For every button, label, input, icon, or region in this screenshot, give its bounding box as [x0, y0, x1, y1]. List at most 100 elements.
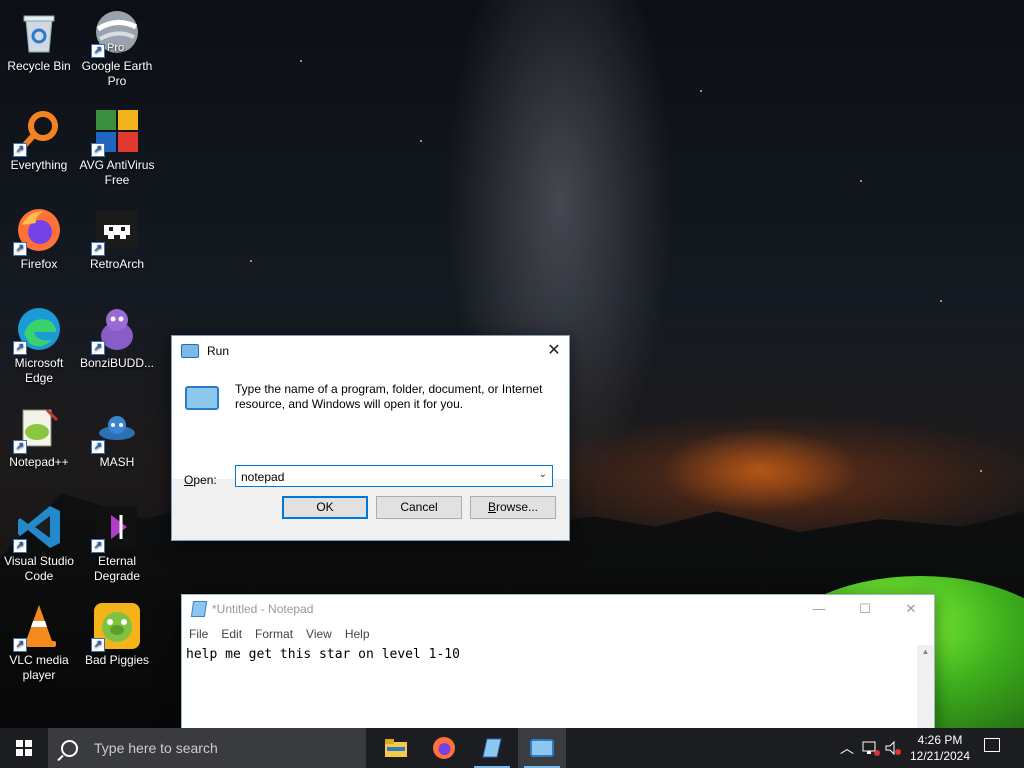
- taskbar: Type here to search ︿ 4:26 PM 12/21/2024: [0, 728, 1024, 768]
- cancel-button[interactable]: Cancel: [376, 496, 462, 519]
- start-button[interactable]: [0, 728, 48, 768]
- scroll-up-icon[interactable]: ▲: [917, 645, 934, 659]
- desktop-icon-label: Visual Studio Code: [4, 554, 74, 583]
- shortcut-arrow-icon: ↗: [13, 341, 27, 355]
- desktop-icon-label: MASH: [99, 455, 135, 469]
- taskbar-firefox[interactable]: [420, 728, 468, 768]
- chevron-up-icon: ︿: [840, 740, 854, 756]
- run-title: Run: [207, 344, 230, 358]
- menu-view[interactable]: View: [306, 627, 332, 641]
- desktop-icon-vscode[interactable]: ↗ Visual Studio Code: [1, 503, 77, 584]
- run-titlebar[interactable]: Run ✕: [172, 336, 569, 366]
- run-program-icon: [185, 386, 219, 410]
- desktop-icon-retroarch[interactable]: ↗ RetroArch: [79, 206, 155, 272]
- search-box[interactable]: Type here to search: [48, 728, 366, 768]
- desktop-icon-eternal-degrade[interactable]: ↗ Eternal Degrade: [79, 503, 155, 584]
- shortcut-arrow-icon: ↗: [91, 638, 105, 652]
- vlc-icon: ↗: [13, 602, 63, 652]
- desktop-icon-label: Notepad++: [9, 455, 69, 469]
- close-icon: ✕: [547, 342, 561, 359]
- desktop-icon-avg-antivirus[interactable]: ↗ AVG AntiVirus Free: [79, 107, 155, 188]
- desktop-icon-label: BonziBUDD...: [79, 356, 155, 370]
- browse-label: rowse...: [496, 500, 539, 514]
- taskbar-notepad[interactable]: [468, 728, 516, 768]
- notepad-icon: [190, 601, 208, 617]
- minimize-button[interactable]: —: [796, 595, 842, 623]
- shortcut-arrow-icon: ↗: [91, 44, 105, 58]
- network-tray-button[interactable]: [862, 728, 880, 768]
- clock-date: 12/21/2024: [909, 749, 971, 763]
- taskbar-file-explorer[interactable]: [372, 728, 420, 768]
- notepad-title: *Untitled - Notepad: [212, 602, 314, 616]
- run-dialog: Run ✕ Type the name of a program, folder…: [171, 335, 570, 541]
- desktop-icon-label: Firefox: [20, 257, 58, 271]
- notepad-text-area[interactable]: help me get this star on level 1-10: [186, 647, 460, 662]
- minimize-icon: —: [812, 601, 826, 616]
- shortcut-arrow-icon: ↗: [13, 440, 27, 454]
- shortcut-arrow-icon: ↗: [91, 143, 105, 157]
- shortcut-arrow-icon: ↗: [91, 539, 105, 553]
- edge-icon: ↗: [13, 305, 63, 355]
- network-icon: [862, 741, 880, 756]
- pro-badge: Pro: [107, 42, 125, 54]
- desktop-icon-bad-piggies[interactable]: ↗ Bad Piggies: [79, 602, 155, 668]
- desktop-icon-everything[interactable]: ↗ Everything: [1, 107, 77, 173]
- search-icon: [61, 739, 78, 757]
- shortcut-arrow-icon: ↗: [13, 638, 27, 652]
- close-button[interactable]: ✕: [539, 336, 569, 366]
- menu-file[interactable]: File: [189, 627, 208, 641]
- run-icon: [181, 344, 199, 358]
- desktop-icon-label: VLC media player: [9, 653, 69, 682]
- browse-button[interactable]: Browse...: [470, 496, 556, 519]
- volume-tray-button[interactable]: [884, 728, 902, 768]
- notepad-titlebar[interactable]: *Untitled - Notepad — ☐ ✕: [182, 595, 934, 623]
- taskbar-clock[interactable]: 4:26 PM 12/21/2024: [904, 732, 976, 764]
- shortcut-arrow-icon: ↗: [13, 539, 27, 553]
- ok-button[interactable]: OK: [282, 496, 368, 519]
- desktop-icon-label: Recycle Bin: [7, 59, 71, 73]
- desktop-icon-mash[interactable]: ↗ MASH: [79, 404, 155, 470]
- taskbar-run[interactable]: [518, 728, 566, 768]
- desktop-icon-label: RetroArch: [89, 257, 145, 271]
- recycle-bin-icon: [15, 8, 63, 56]
- desktop-icon-label: Eternal Degrade: [93, 554, 141, 583]
- shortcut-arrow-icon: ↗: [13, 242, 27, 256]
- vertical-scrollbar[interactable]: ▲: [917, 645, 934, 735]
- show-hidden-icons-button[interactable]: ︿: [840, 728, 854, 768]
- file-explorer-icon: [385, 739, 407, 757]
- maximize-button[interactable]: ☐: [842, 595, 888, 623]
- menu-help[interactable]: Help: [345, 627, 370, 641]
- notepad-icon: [482, 738, 502, 758]
- desktop-icon-label: Bad Piggies: [84, 653, 150, 667]
- shortcut-arrow-icon: ↗: [13, 143, 27, 157]
- shortcut-arrow-icon: ↗: [91, 440, 105, 454]
- clock-time: 4:26 PM: [917, 733, 963, 747]
- search-placeholder: Type here to search: [94, 740, 218, 756]
- action-center-icon[interactable]: [984, 738, 1000, 752]
- desktop-icon-label: Everything: [10, 158, 68, 172]
- maximize-icon: ☐: [859, 601, 871, 616]
- notepad-window: *Untitled - Notepad — ☐ ✕ File Edit Form…: [181, 594, 935, 736]
- desktop-icon-label: AVG AntiVirus Free: [79, 158, 155, 187]
- close-icon: ✕: [905, 601, 917, 616]
- mash-icon: ↗: [91, 404, 141, 454]
- desktop-icon-firefox[interactable]: ↗ Firefox: [1, 206, 77, 272]
- avg-antivirus-icon: ↗: [91, 107, 141, 157]
- desktop-icon-vlc[interactable]: ↗ VLC media player: [1, 602, 77, 683]
- desktop-icon-recycle-bin[interactable]: Recycle Bin: [1, 8, 77, 74]
- run-body: Type the name of a program, folder, docu…: [172, 366, 569, 487]
- close-button[interactable]: ✕: [888, 595, 934, 623]
- firefox-icon: ↗: [13, 206, 63, 256]
- firefox-icon: [433, 737, 455, 759]
- desktop-icon-notepadplusplus[interactable]: ↗ Notepad++: [1, 404, 77, 470]
- menu-edit[interactable]: Edit: [221, 627, 242, 641]
- bad-piggies-icon: ↗: [91, 602, 141, 652]
- run-description: Type the name of a program, folder, docu…: [235, 382, 543, 411]
- shortcut-arrow-icon: ↗: [91, 242, 105, 256]
- run-footer: OK Cancel Browse...: [172, 479, 569, 539]
- desktop-icon-google-earth-pro[interactable]: ↗ Pro Google Earth Pro: [79, 8, 155, 89]
- desktop-icon-bonzibuddy[interactable]: ↗ BonziBUDD...: [79, 305, 155, 371]
- eternal-degrade-icon: ↗: [91, 503, 141, 553]
- menu-format[interactable]: Format: [255, 627, 293, 641]
- desktop-icon-microsoft-edge[interactable]: ↗ Microsoft Edge: [1, 305, 77, 386]
